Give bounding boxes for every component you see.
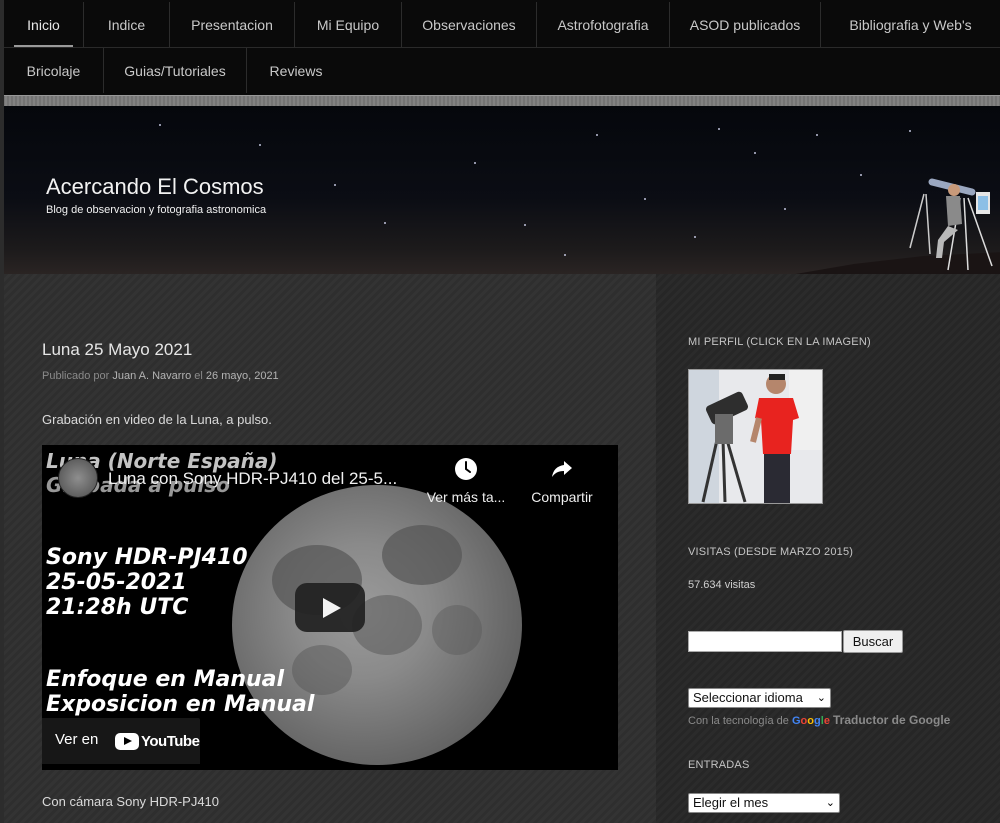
video-mode-info: Enfoque en Manual Exposicion en Manual — [46, 667, 314, 717]
video-embed[interactable]: Luna (Norte España) Grabada a pulso Sony… — [42, 445, 618, 770]
powered-prefix: Con la tecnología de — [688, 715, 789, 727]
focus-mode: Enfoque en Manual — [46, 667, 285, 692]
video-camera-info: Sony HDR-PJ410 25-05-2021 21:28h UTC — [46, 545, 248, 620]
chevron-down-icon: ⌄ — [825, 797, 835, 809]
search-button[interactable]: Buscar — [843, 630, 903, 653]
youtube-wordmark: YouTube — [141, 733, 200, 750]
exposure-mode: Exposicion en Manual — [46, 692, 315, 717]
entries-widget-title: ENTRADAS — [688, 759, 750, 771]
language-select[interactable]: Seleccionar idioma ⌄ — [688, 688, 831, 708]
share-label: Compartir — [531, 489, 593, 505]
nav-item-guias[interactable]: Guias/Tutoriales — [104, 48, 247, 93]
nav-item-asod[interactable]: ASOD publicados — [670, 2, 821, 47]
nav-item-observaciones[interactable]: Observaciones — [402, 2, 537, 47]
page: Inicio Indice Presentacion Mi Equipo Obs… — [0, 0, 1000, 823]
google-translate-link[interactable]: Traductor de Google — [833, 713, 950, 727]
camera-time: 21:28h UTC — [46, 595, 189, 620]
google-logo[interactable]: Google — [792, 715, 830, 727]
watch-later-label: Ver más ta... — [426, 489, 506, 505]
visits-count: 57.634 visitas — [688, 579, 756, 591]
post-intro: Grabación en video de la Luna, a pulso. — [42, 412, 272, 427]
nav-item-bibliografia[interactable]: Bibliografia y Web's — [821, 2, 1000, 47]
visits-widget-title: VISITAS (DESDE MARZO 2015) — [688, 546, 854, 558]
nav-item-presentacion[interactable]: Presentacion — [170, 2, 295, 47]
chevron-down-icon: ⌄ — [816, 692, 826, 704]
camera-date: 25-05-2021 — [46, 570, 187, 595]
clock-icon — [455, 458, 477, 480]
site-header: Acercando El Cosmos Blog de observacion … — [4, 106, 1000, 274]
powered-by-google: Con la tecnología de Google Traductor de… — [688, 713, 950, 727]
nav-row-1: Inicio Indice Presentacion Mi Equipo Obs… — [4, 2, 1000, 49]
watch-on-label: Ver en — [55, 731, 99, 748]
moon-image — [232, 485, 522, 765]
video-title[interactable]: Luna con Sony HDR-PJ410 del 25-5... — [108, 469, 397, 489]
profile-photo — [689, 370, 822, 503]
nav-item-indice[interactable]: Indice — [84, 2, 170, 47]
nav-item-astrofotografia[interactable]: Astrofotografia — [537, 2, 670, 47]
watch-later-button[interactable]: Ver más ta... — [422, 457, 510, 505]
main-content: Luna 25 Mayo 2021 Publicado por Juan A. … — [4, 274, 656, 823]
author-link[interactable]: Juan A. Navarro — [112, 370, 191, 382]
watch-on-youtube-bar[interactable]: Ver en YouTube — [42, 718, 200, 764]
nav-divider — [4, 95, 1000, 106]
sidebar: MI PERFIL (CLICK EN LA IMAGEN) VISITAS (… — [656, 274, 1000, 823]
play-button[interactable] — [295, 583, 365, 632]
search-input[interactable] — [688, 631, 842, 652]
astronomer-illustration — [909, 178, 993, 271]
nav-row-2: Bricolaje Guias/Tutoriales Reviews — [4, 47, 1000, 94]
site-title[interactable]: Acercando El Cosmos — [46, 174, 264, 200]
share-button[interactable]: Compartir — [526, 457, 598, 505]
month-select[interactable]: Elegir el mes ⌄ — [688, 793, 840, 813]
nav-item-inicio[interactable]: Inicio — [4, 2, 84, 47]
youtube-play-icon — [115, 733, 139, 750]
site-description: Blog de observacion y fotografia astrono… — [46, 204, 267, 216]
nav-item-reviews[interactable]: Reviews — [247, 48, 345, 93]
post-footer-text: Con cámara Sony HDR-PJ410 — [42, 794, 220, 809]
main-nav: Inicio Indice Presentacion Mi Equipo Obs… — [4, 0, 1000, 95]
youtube-logo: YouTube — [115, 732, 200, 752]
meta-prefix: Publicado por — [42, 370, 110, 382]
profile-image[interactable] — [688, 369, 823, 504]
post-meta: Publicado por Juan A. Navarro el 26 mayo… — [42, 370, 279, 382]
nav-item-mi-equipo[interactable]: Mi Equipo — [295, 2, 402, 47]
channel-avatar[interactable] — [58, 458, 98, 498]
meta-mid: el — [194, 370, 203, 382]
date-link[interactable]: 26 mayo, 2021 — [206, 370, 279, 382]
profile-widget-title: MI PERFIL (CLICK EN LA IMAGEN) — [688, 336, 871, 348]
month-select-value: Elegir el mes — [693, 795, 769, 810]
share-icon — [552, 461, 572, 477]
language-select-value: Seleccionar idioma — [693, 690, 803, 705]
camera-model: Sony HDR-PJ410 — [46, 545, 248, 570]
nav-item-bricolaje[interactable]: Bricolaje — [4, 48, 104, 93]
post-title[interactable]: Luna 25 Mayo 2021 — [42, 340, 192, 360]
